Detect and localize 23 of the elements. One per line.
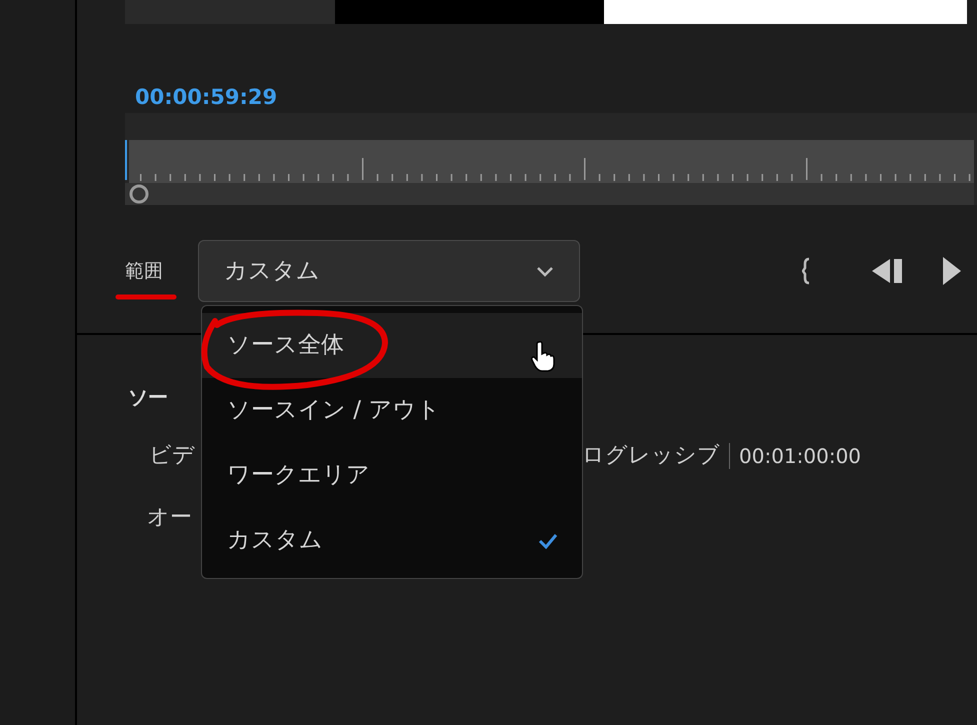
- video-info: ログレッシブ: [582, 442, 720, 470]
- step-back-icon[interactable]: [870, 257, 904, 285]
- annotation-underline: [115, 293, 177, 301]
- ruler-track[interactable]: [129, 140, 974, 183]
- bracket-icon[interactable]: [802, 257, 812, 285]
- hand-cursor-icon: [530, 340, 558, 372]
- menu-item[interactable]: ソース全体: [202, 313, 582, 378]
- range-label: 範囲: [125, 258, 164, 284]
- menu-item[interactable]: ワークエリア: [202, 443, 582, 508]
- chevron-down-icon: [536, 266, 554, 276]
- scroll-track[interactable]: [125, 183, 974, 205]
- checkmark-icon: [538, 532, 558, 548]
- scroll-handle[interactable]: [130, 184, 148, 204]
- divider: [729, 442, 730, 468]
- video-label: ビデ: [149, 442, 195, 470]
- menu-item[interactable]: ソースイン / アウト: [202, 378, 582, 443]
- timecode: 00:00:59:29: [135, 84, 278, 110]
- play-icon[interactable]: [942, 256, 961, 286]
- menu-item[interactable]: カスタム: [202, 508, 582, 573]
- audio-label: オー: [147, 504, 192, 532]
- range-dropdown[interactable]: カスタム: [198, 240, 580, 302]
- section-heading: ソー: [128, 384, 168, 411]
- video-duration: 00:01:00:00: [739, 442, 862, 470]
